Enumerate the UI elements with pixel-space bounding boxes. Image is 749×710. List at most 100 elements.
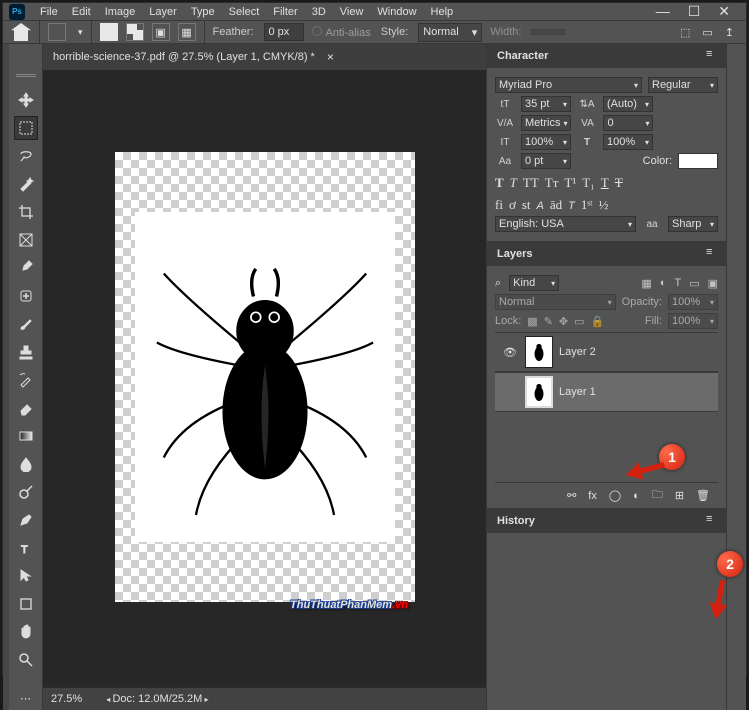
style-dropdown[interactable]: Normal▾ [418,23,482,42]
subtract-selection-icon[interactable]: ▣ [152,23,170,41]
zoom-tool[interactable] [14,648,38,672]
panel-menu-icon[interactable] [706,48,720,62]
titling-button[interactable]: T [568,197,575,213]
canvas[interactable] [115,152,415,602]
layer-name[interactable]: Layer 2 [559,346,596,358]
home-icon[interactable] [11,23,31,41]
new-selection-icon[interactable] [100,23,118,41]
crop-tool[interactable] [14,200,38,224]
group-icon[interactable]: 🗀 [652,486,663,505]
font-family-dropdown[interactable]: Myriad Pro [495,77,642,93]
type-tool[interactable]: T [14,536,38,560]
superscript-button[interactable]: T¹ [564,175,576,191]
marquee-tool[interactable] [14,116,38,140]
menu-help[interactable]: Help [424,4,461,20]
menu-type[interactable]: Type [184,4,222,20]
link-layers-icon[interactable]: ⚯ [567,489,576,502]
swash-button[interactable]: A [537,197,544,213]
italic-button[interactable]: T [510,175,517,191]
visibility-icon[interactable]: 👁 [501,346,519,359]
fill-input[interactable]: 100% [668,313,718,329]
pen-tool[interactable] [14,508,38,532]
fx-icon[interactable]: fx [588,490,597,502]
panel-menu-icon[interactable] [706,513,720,527]
ordinals-button[interactable]: 1ˢᵗ [581,197,593,213]
lock-image-icon[interactable]: ✎ [544,315,553,328]
lasso-tool[interactable] [14,144,38,168]
tool-preset-dropdown[interactable] [48,23,66,41]
menu-layer[interactable]: Layer [142,4,184,20]
stamp-tool[interactable] [14,340,38,364]
layer-thumbnail[interactable] [525,336,553,368]
baseline-input[interactable]: 0 pt [521,153,571,169]
antialias-dropdown[interactable]: Sharp [668,216,718,232]
bold-button[interactable]: T [495,175,504,191]
frame-tool[interactable] [14,228,38,252]
eraser-tool[interactable] [14,396,38,420]
shape-tool[interactable] [14,592,38,616]
smallcaps-button[interactable]: Tᴛ [545,175,559,191]
font-style-dropdown[interactable]: Regular [648,77,718,93]
font-size-dropdown[interactable]: 35 pt [521,96,571,112]
lock-transparency-icon[interactable]: ▩ [527,315,537,328]
kerning-dropdown[interactable]: Metrics [521,115,571,131]
blur-tool[interactable] [14,452,38,476]
adjustment-icon[interactable]: ◐ [633,490,640,502]
menu-select[interactable]: Select [222,4,267,20]
hand-tool[interactable] [14,620,38,644]
history-brush-tool[interactable] [14,368,38,392]
close-icon[interactable]: ✕ [718,3,730,20]
edit-toolbar-icon[interactable]: ⋯ [14,686,38,710]
layers-panel-tab[interactable]: Layers [487,242,726,266]
move-tool[interactable] [14,88,38,112]
path-select-tool[interactable] [14,564,38,588]
subscript-button[interactable]: T₁ [582,175,594,191]
new-layer-icon[interactable]: ⊞ [675,489,684,502]
eyedropper-tool[interactable] [14,256,38,280]
lock-all-icon[interactable]: 🔒 [591,315,605,328]
ligatures-button[interactable]: fi [495,197,503,213]
allcaps-button[interactable]: TT [523,175,539,191]
zoom-level[interactable]: 27.5% [51,693,82,705]
filter-pixel-icon[interactable]: ▦ [641,277,651,290]
dodge-tool[interactable] [14,480,38,504]
filter-kind-dropdown[interactable]: Kind [509,275,559,291]
brush-tool[interactable] [14,312,38,336]
healing-brush-tool[interactable] [14,284,38,308]
discretionary-button[interactable]: st [522,197,531,213]
fractions-button[interactable]: ½ [599,197,609,213]
layer-row[interactable]: 👁 Layer 2 [495,332,718,372]
stylistic-button[interactable]: ād [550,197,562,213]
filter-smart-icon[interactable]: ▣ [708,277,718,290]
contextual-button[interactable]: ơ [509,197,516,213]
intersect-selection-icon[interactable]: ▦ [178,23,196,41]
layer-thumbnail[interactable] [525,376,553,408]
add-selection-icon[interactable] [126,23,144,41]
mask-icon[interactable]: ◯ [609,489,621,502]
hscale-input[interactable]: 100% [603,134,653,150]
menu-window[interactable]: Window [370,4,423,20]
filter-shape-icon[interactable]: ▭ [689,277,699,290]
magic-wand-tool[interactable] [14,172,38,196]
menu-image[interactable]: Image [98,4,143,20]
vscale-input[interactable]: 100% [521,134,571,150]
share-icon[interactable]: ↥ [725,26,734,39]
gradient-tool[interactable] [14,424,38,448]
character-panel-tab[interactable]: Character [487,44,726,68]
filter-adjust-icon[interactable]: ◐ [660,277,667,290]
panel-menu-icon[interactable] [706,246,720,260]
text-color-swatch[interactable] [678,153,718,169]
doc-size[interactable]: Doc: 12.0M/25.2M [106,693,208,705]
layer-name[interactable]: Layer 1 [559,386,596,398]
tracking-dropdown[interactable]: 0 [603,115,653,131]
language-dropdown[interactable]: English: USA [495,216,636,232]
lock-artboard-icon[interactable]: ▭ [574,315,584,328]
minimize-icon[interactable]: — [656,3,670,20]
maximize-icon[interactable]: ☐ [688,3,701,20]
leading-dropdown[interactable]: (Auto) [603,96,653,112]
layer-row[interactable]: Layer 1 [495,372,718,412]
tab-close-icon[interactable]: × [327,50,334,64]
menu-view[interactable]: View [333,4,371,20]
menu-3d[interactable]: 3D [305,4,333,20]
select-mask-icon[interactable]: ⬚ [680,26,690,39]
